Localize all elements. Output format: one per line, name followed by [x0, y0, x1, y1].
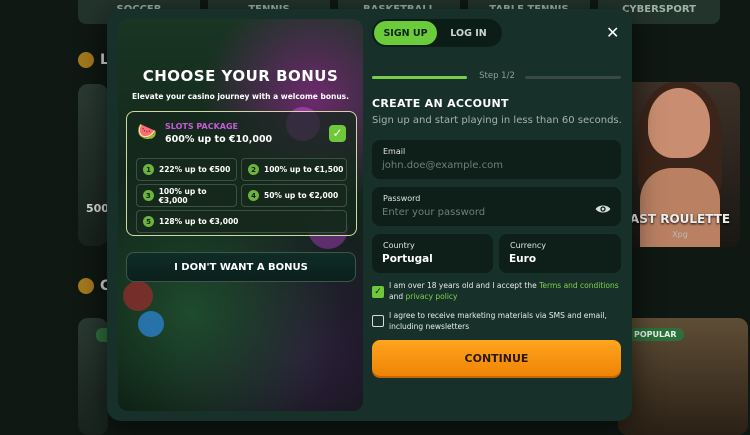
decor-flower — [138, 311, 164, 337]
package-name: SLOTS PACKAGE — [165, 122, 238, 131]
bonus-option-3[interactable]: 3 100% up to €3,000 — [136, 184, 237, 207]
show-password-eye-icon[interactable] — [595, 201, 611, 217]
step-progress-complete — [372, 76, 467, 79]
option-number-badge: 5 — [143, 216, 154, 227]
signup-modal: CHOOSE YOUR BONUS Elevate your casino jo… — [107, 9, 632, 421]
auth-tabs: SIGN UP LOG IN — [372, 19, 502, 47]
marketing-checkbox[interactable] — [372, 315, 384, 327]
option-text: 50% up to €2,000 — [264, 191, 339, 200]
password-field[interactable]: Password — [372, 187, 621, 226]
step-label: Step 1/2 — [479, 71, 515, 81]
package-selected-checkmark-icon[interactable]: ✓ — [329, 125, 346, 142]
bonus-panel: CHOOSE YOUR BONUS Elevate your casino jo… — [118, 19, 363, 411]
option-text: 128% up to €3,000 — [159, 217, 239, 226]
email-label: Email — [383, 147, 406, 156]
country-value: Portugal — [382, 253, 433, 265]
option-number-badge: 2 — [248, 164, 259, 175]
bonus-option-2[interactable]: 2 100% up to €1,500 — [241, 158, 347, 181]
game-card[interactable] — [78, 84, 108, 246]
close-icon[interactable]: ✕ — [606, 23, 619, 42]
currency-label: Currency — [510, 241, 547, 250]
option-text: 100% up to €3,000 — [158, 186, 207, 205]
country-select[interactable]: Country Portugal — [372, 234, 493, 273]
package-amount: 600% up to €10,000 — [165, 134, 273, 145]
bonus-option-4[interactable]: 4 50% up to €2,000 — [241, 184, 347, 207]
bonus-option-5[interactable]: 5 128% up to €3,000 — [136, 210, 347, 233]
password-label: Password — [383, 194, 421, 203]
option-number-badge: 3 — [143, 190, 154, 201]
currency-value: Euro — [509, 253, 537, 265]
step-indicator: Step 1/2 — [372, 71, 621, 85]
game-card-text: 500 — [86, 202, 109, 215]
terms-text-mid: and — [389, 292, 406, 301]
section-icon — [78, 52, 94, 68]
form-title: CREATE AN ACCOUNT — [372, 97, 509, 110]
terms-text-prefix: I am over 18 years old and I accept the — [389, 281, 540, 290]
country-label: Country — [383, 241, 415, 250]
currency-select[interactable]: Currency Euro — [499, 234, 621, 273]
tab-signup[interactable]: SIGN UP — [374, 21, 437, 45]
password-input[interactable] — [382, 207, 594, 218]
option-text: 222% up to €500 — [159, 165, 231, 174]
option-number-badge: 4 — [248, 190, 259, 201]
game-card-provider: Xpg — [672, 230, 688, 239]
terms-link[interactable]: Terms and conditions — [539, 281, 619, 290]
option-text: 100% up to €1,500 — [264, 165, 344, 174]
watermelon-icon: 🍉 — [137, 122, 157, 141]
game-card-roulette[interactable]: AST ROULETTE Xpg — [620, 82, 740, 247]
bonus-subtitle: Elevate your casino journey with a welco… — [132, 92, 349, 101]
tab-login[interactable]: LOG IN — [437, 21, 500, 45]
game-card-title: AST ROULETTE — [629, 212, 731, 226]
option-number-badge: 1 — [143, 164, 154, 175]
terms-checkbox[interactable]: ✓ — [372, 286, 384, 298]
step-progress-remaining — [525, 76, 621, 79]
dealer-face — [648, 88, 710, 158]
terms-text: I am over 18 years old and I accept the … — [389, 280, 621, 302]
continue-button[interactable]: CONTINUE — [372, 340, 621, 376]
email-input[interactable] — [382, 160, 594, 171]
marketing-text: I agree to receive marketing materials v… — [389, 311, 607, 331]
decor-flower — [123, 281, 153, 311]
form-subtitle: Sign up and start playing in less than 6… — [372, 115, 622, 126]
no-bonus-button[interactable]: I DON'T WANT A BONUS — [126, 252, 356, 282]
bonus-title: CHOOSE YOUR BONUS — [142, 67, 339, 85]
popular-badge: POPULAR — [626, 328, 685, 341]
email-field[interactable]: Email — [372, 140, 621, 179]
slots-package-card[interactable]: 🍉 SLOTS PACKAGE 600% up to €10,000 ✓ 1 2… — [126, 111, 357, 236]
bonus-option-1[interactable]: 1 222% up to €500 — [136, 158, 237, 181]
section-icon-2 — [78, 278, 94, 294]
privacy-policy-link[interactable]: privacy policy — [406, 292, 458, 301]
